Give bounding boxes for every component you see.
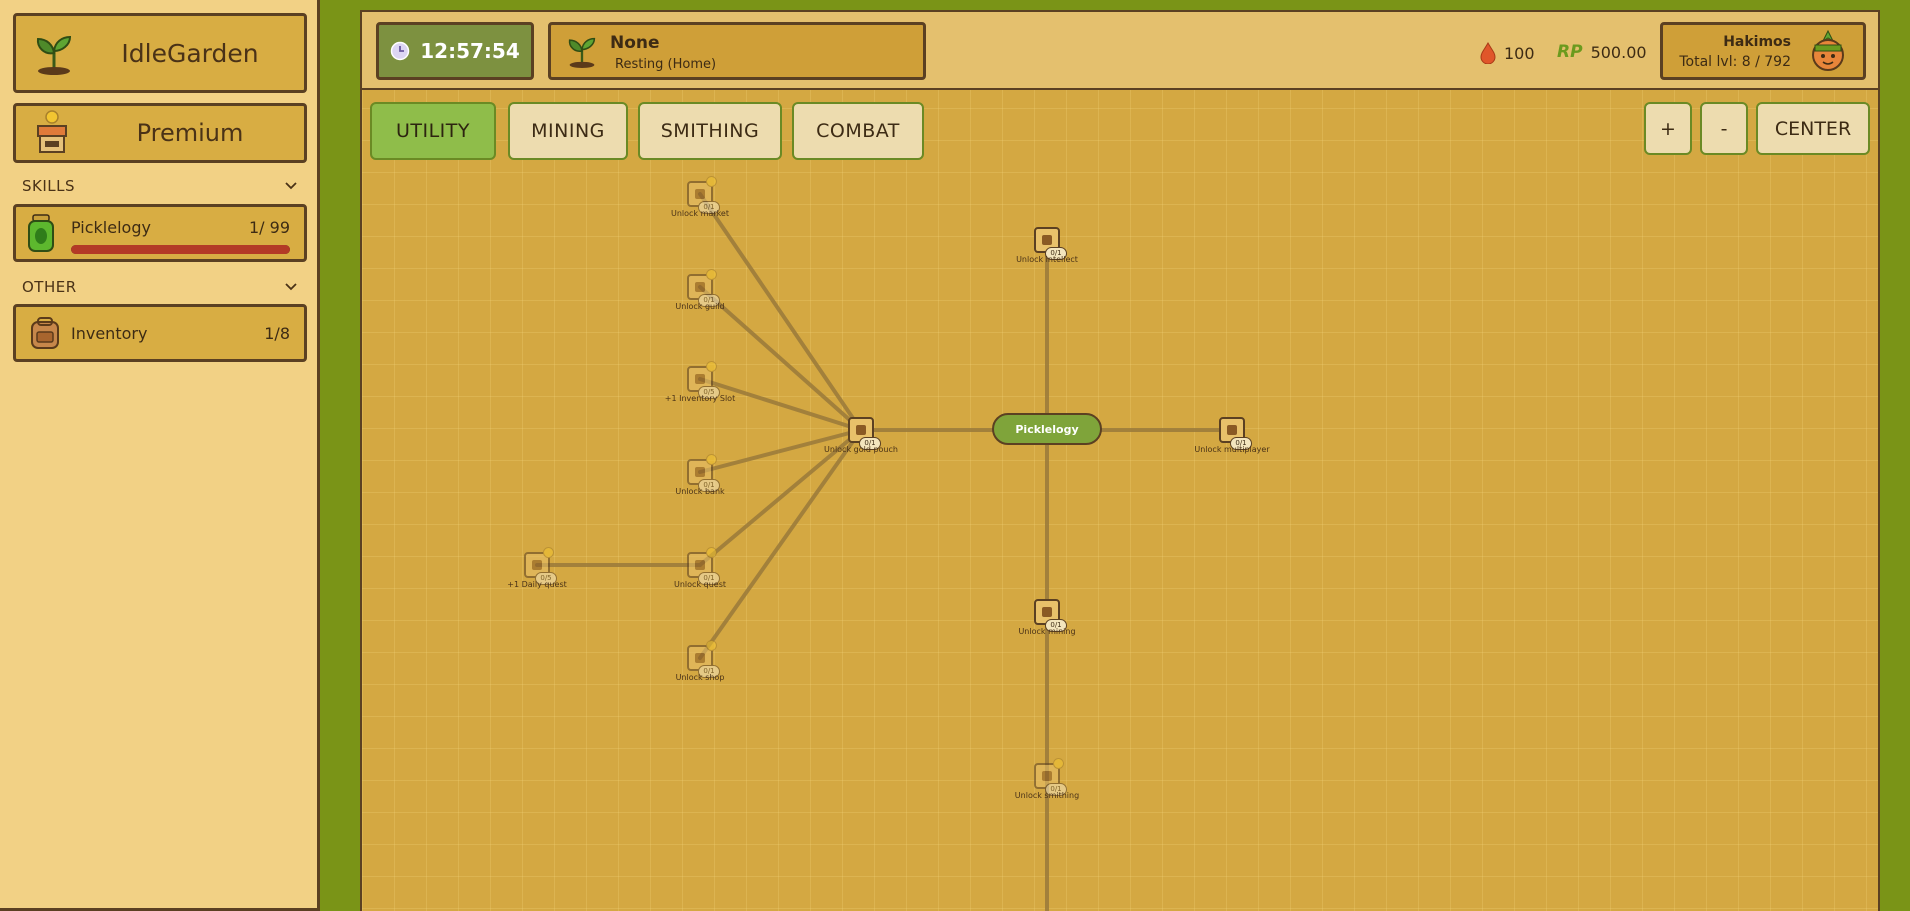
current-activity[interactable]: None Resting (Home) [548,22,926,80]
skills-heading: SKILLS [22,177,76,195]
clock-icon [391,41,410,61]
tree-node-mining[interactable]: 0/1 [1034,599,1067,632]
rp-icon: RP [1557,42,1583,62]
top-bar: 12:57:54 None Resting (Home) 100 RP 500.… [362,12,1878,90]
inventory-count: 1/8 [264,324,290,343]
other-heading: OTHER [22,278,77,296]
tree-node-label: Unlock shop [675,673,725,682]
tree-node-market[interactable]: 0/1 [687,176,720,214]
lock-icon [543,547,554,558]
sprout-icon [36,35,72,75]
chevron-down-icon [285,182,297,190]
user-total-level: Total lvl: 8 / 792 [1679,54,1791,70]
upgrade-icon [695,560,705,570]
tree-node-label: Unlock quest [674,580,726,589]
upgrade-icon [1042,607,1052,617]
clock-time: 12:57:54 [420,39,520,63]
tree-node-shop[interactable]: 0/1 [687,640,720,678]
tree-node-inv[interactable]: 0/5 [687,361,720,399]
zoom-out-button[interactable]: - [1700,102,1748,155]
tree-edge [698,377,863,432]
tree-node-label: Unlock guild [675,302,725,311]
lock-icon [706,547,717,558]
shop-icon [37,110,67,153]
tree-node-multi[interactable]: 0/1 [1219,417,1252,450]
tree-node-bank[interactable]: 0/1 [687,454,720,492]
tree-node-daily[interactable]: 0/5 [524,547,557,585]
lock-icon [706,361,717,372]
tree-node-label: Unlock gold pouch [824,445,898,454]
lock-icon [706,269,717,280]
avatar [1812,29,1844,71]
tree-node-label: Unlock bank [675,487,725,496]
upgrade-icon [695,282,705,292]
premium-label: Premium [136,119,244,147]
lock-icon [706,176,717,187]
water-amount: 100 [1504,43,1535,63]
tree-node-label: Unlock market [670,209,729,218]
upgrade-icon [856,425,866,435]
upgrade-icon [1042,771,1052,781]
tree-node-label: +1 Daily quest [507,580,567,589]
tab-mining[interactable]: MINING [508,102,628,160]
lock-icon [706,640,717,651]
skill-xp-bar [71,245,290,254]
inventory-label: Inventory [71,324,148,343]
premium-button[interactable]: Premium [13,103,307,163]
clock-display: 12:57:54 [376,22,534,80]
tree-node-label: Unlock smithing [1014,791,1080,800]
tree-node-pouch[interactable]: 0/1 [848,417,881,450]
skill-tree-panel: Picklelogy 0/1 Unlock market 0/1 Unlock gui… [360,10,1880,911]
lock-icon [706,454,717,465]
tab-combat[interactable]: COMBAT [792,102,924,160]
tab-utility[interactable]: UTILITY [370,102,496,160]
activity-status: Resting (Home) [615,57,717,72]
lock-icon [1053,758,1064,769]
brand-card[interactable]: IdleGarden [13,13,307,93]
upgrade-icon [695,374,705,384]
upgrade-icon [695,189,705,199]
tree-node-label: +1 Inventory Slot [664,394,736,403]
water-resource: 100 [1480,42,1535,64]
pickle-jar-icon [28,214,54,252]
rp-amount: 500.00 [1590,42,1647,62]
skills-section-header[interactable]: SKILLS [22,177,298,195]
user-profile[interactable]: Hakimos Total lvl: 8 / 792 [1660,22,1866,80]
tree-root-picklelogy[interactable]: Picklelogy [992,413,1102,445]
tree-node-intel[interactable]: 0/1 [1034,227,1067,260]
other-section-header[interactable]: OTHER [22,278,298,296]
skill-name: Picklelogy [71,218,151,237]
skill-xp-fill [71,245,290,254]
center-button[interactable]: CENTER [1756,102,1870,155]
rp-resource: RP 500.00 [1557,42,1647,62]
skill-level: 1/ 99 [248,218,290,237]
tree-node-smithing[interactable]: 0/1 [1034,758,1067,796]
inventory-button[interactable]: Inventory 1/8 [13,304,307,362]
activity-name: None [610,33,660,53]
water-drop-icon [1480,42,1496,64]
upgrade-icon [695,467,705,477]
sidebar: IdleGarden Premium SKILLS Picklelogy 1/ … [0,0,320,911]
skill-picklelogy[interactable]: Picklelogy 1/ 99 [13,204,307,262]
backpack-icon [31,317,59,349]
tab-smithing[interactable]: SMITHING [638,102,782,160]
brand-title: IdleGarden [121,38,259,68]
tree-node-label: Unlock mining [1018,627,1076,636]
tree-node-quest[interactable]: 0/1 [687,547,720,585]
user-name: Hakimos [1723,34,1791,50]
tree-node-guild[interactable]: 0/1 [687,269,720,307]
sprout-icon [568,37,596,68]
upgrade-icon [532,560,542,570]
tree-node-label: Unlock intellect [1016,255,1078,264]
zoom-in-button[interactable]: + [1644,102,1692,155]
upgrade-icon [1227,425,1237,435]
tree-node-label: Unlock multiplayer [1194,445,1270,454]
upgrade-icon [1042,235,1052,245]
chevron-down-icon [285,283,297,291]
upgrade-icon [695,653,705,663]
